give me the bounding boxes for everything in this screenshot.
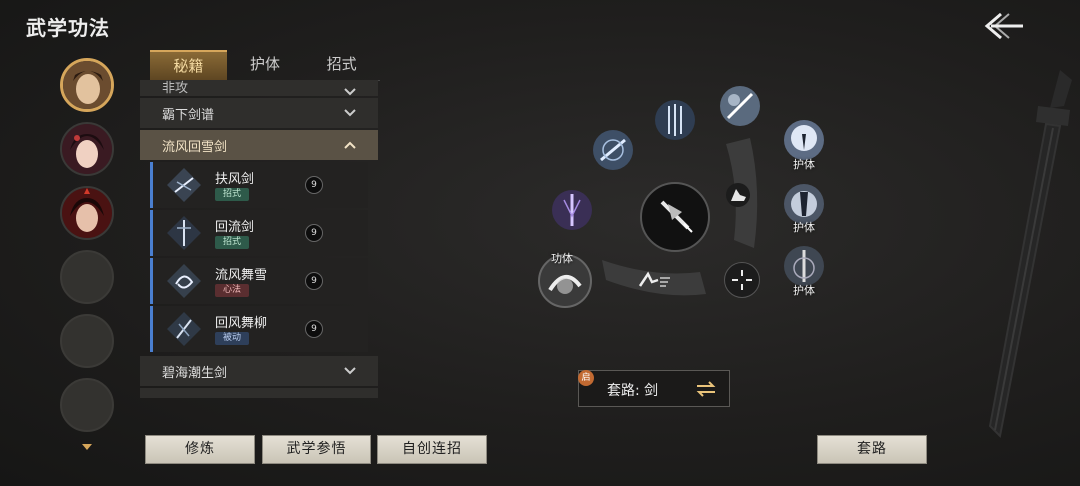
sword-strike-icon: [726, 92, 754, 120]
purple-sword-icon: [563, 194, 581, 226]
skill-level-badge: 9: [305, 320, 323, 338]
skill-item[interactable]: 流风舞雪 心法 9: [150, 258, 368, 304]
willow-wind-icon: [167, 312, 201, 346]
skill-type-badge: 被动: [215, 332, 250, 345]
skill-level-badge: 9: [305, 224, 323, 242]
route-seal-badge: 启: [578, 370, 594, 386]
snow-swirl-icon: [167, 264, 201, 298]
huti-slot-1[interactable]: [784, 120, 824, 160]
skill-slot-2[interactable]: [655, 100, 695, 140]
center-sword-skill[interactable]: [640, 182, 710, 252]
skill-slot-3[interactable]: [720, 86, 760, 126]
shield-figure-icon: [791, 191, 817, 217]
huti-label-2: 护体: [793, 221, 815, 234]
skill-name: 回风舞柳: [215, 316, 268, 331]
category-baxia[interactable]: 霸下剑谱: [140, 98, 378, 128]
character-avatar-2[interactable]: [60, 122, 114, 176]
huti-label-3: 护体: [793, 284, 815, 297]
character-portrait-icon: [62, 188, 112, 238]
category-bihai[interactable]: 碧海潮生剑: [140, 356, 378, 386]
skill-item[interactable]: 回流剑 招式 9: [150, 210, 368, 256]
create-combo-button[interactable]: 自创连招: [377, 435, 487, 464]
character-portrait-icon: [62, 124, 112, 174]
center-target-button[interactable]: [724, 262, 760, 298]
decorative-sword-icon: [988, 70, 1072, 439]
character-list: [56, 58, 118, 442]
crosshair-icon: [732, 270, 752, 290]
sword-slash-icon: [660, 200, 693, 233]
chevron-up-icon: [344, 141, 356, 149]
character-portrait-icon: [63, 61, 111, 109]
kick-icon: [731, 189, 746, 201]
skill-level-badge: 9: [305, 176, 323, 194]
category-liufeng[interactable]: 流风回雪剑: [140, 130, 378, 160]
back-arrow-icon: [984, 12, 1023, 40]
martial-insight-button[interactable]: 武学参悟: [262, 435, 371, 464]
skill-name: 流风舞雪: [215, 268, 268, 283]
sword-rain-icon: [668, 104, 682, 136]
tab-zhaoshi[interactable]: 招式: [303, 50, 380, 80]
category-label: 非攻: [162, 81, 189, 96]
manual-list: 非攻 霸下剑谱 流风回雪剑 扶风剑 招式 9 回流剑 招式 9 流风舞雪 心法: [140, 80, 378, 406]
category-label: 霸下剑谱: [162, 107, 215, 123]
huti-label-1: 护体: [793, 158, 815, 171]
swap-arrows-icon[interactable]: [695, 380, 717, 398]
tab-bar: 秘籍 护体 招式: [150, 50, 380, 81]
skill-name: 扶风剑: [215, 172, 255, 187]
sword-burst-icon: [600, 138, 626, 162]
chevron-down-icon: [344, 109, 356, 117]
skill-slot-1[interactable]: [593, 130, 633, 170]
skill-type-badge: 招式: [215, 188, 250, 201]
scroll-down-icon[interactable]: [80, 440, 94, 454]
arc-bottom-skill[interactable]: [634, 268, 674, 292]
route-label: 套路: 剑: [607, 383, 659, 399]
character-slot-empty[interactable]: [60, 378, 114, 432]
character-avatar-1[interactable]: [60, 58, 114, 112]
category-label: 碧海潮生剑: [162, 365, 228, 381]
tab-huti[interactable]: 护体: [227, 50, 304, 80]
moon-figure-icon: [791, 125, 817, 151]
gongti-label: 功体: [551, 252, 573, 265]
skill-type-badge: 招式: [215, 236, 250, 249]
tab-miji[interactable]: 秘籍: [150, 50, 227, 80]
routine-button[interactable]: 套路: [817, 435, 927, 464]
dash-icon: [638, 271, 670, 287]
route-selector[interactable]: 启 套路: 剑: [578, 370, 730, 407]
guard-figure-icon: [793, 250, 815, 282]
category-next-partial[interactable]: [140, 388, 378, 398]
chevron-down-icon: [344, 367, 356, 375]
sword-wind-icon: [167, 168, 201, 202]
skill-name: 回流剑: [215, 220, 255, 235]
page-title: 武学功法: [26, 16, 110, 40]
character-slot-empty[interactable]: [60, 250, 114, 304]
back-button[interactable]: [980, 8, 1026, 44]
huti-slot-2[interactable]: [784, 184, 824, 224]
huti-slot-3[interactable]: [784, 246, 824, 286]
skill-level-badge: 9: [305, 272, 323, 290]
skill-type-badge: 心法: [215, 284, 250, 297]
category-feigong[interactable]: 非攻: [140, 80, 378, 96]
character-slot-empty[interactable]: [60, 314, 114, 368]
cultivate-button[interactable]: 修炼: [145, 435, 255, 464]
category-label: 流风回雪剑: [162, 139, 228, 155]
chevron-down-icon: [344, 88, 356, 96]
skill-item[interactable]: 回风舞柳 被动 9: [150, 306, 368, 352]
skill-item[interactable]: 扶风剑 招式 9: [150, 162, 368, 208]
sword-stream-icon: [167, 216, 201, 250]
arc-right-skill[interactable]: [726, 183, 750, 207]
skill-slot-4[interactable]: [552, 190, 592, 230]
character-avatar-3[interactable]: [60, 186, 114, 240]
